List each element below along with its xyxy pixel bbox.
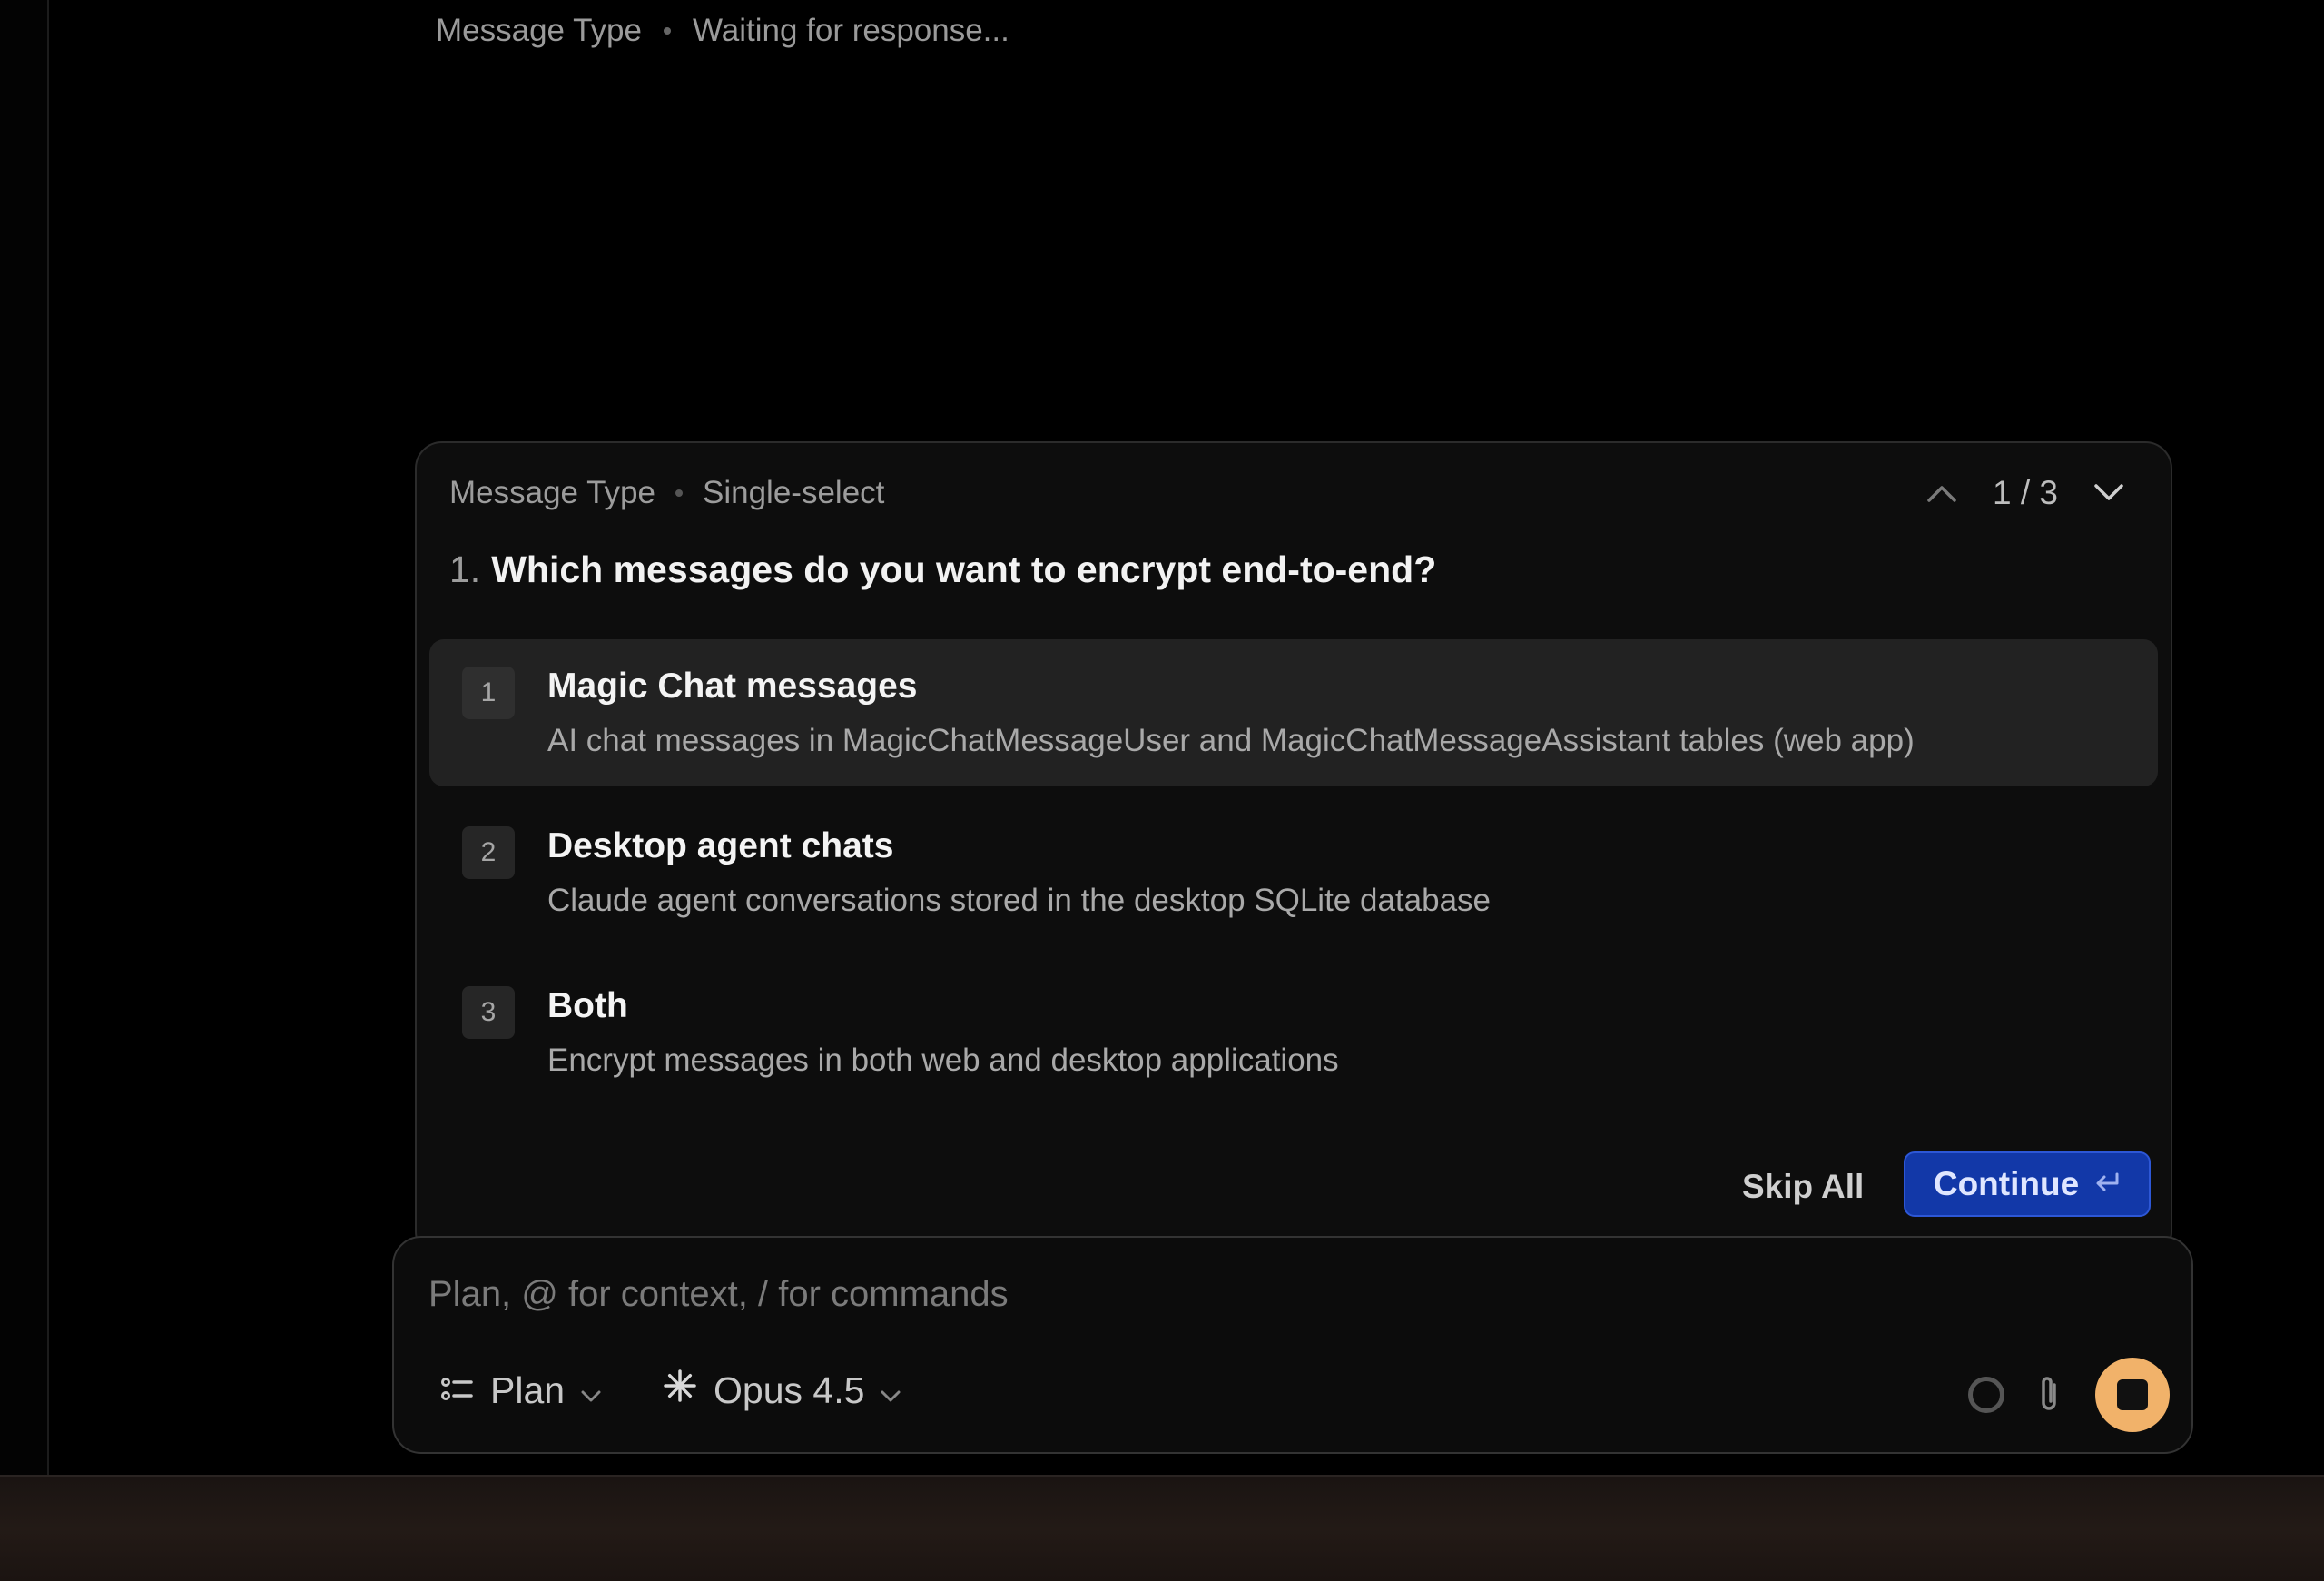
continue-label: Continue xyxy=(1933,1165,2080,1202)
composer-actions xyxy=(1968,1358,2170,1432)
model-label: Opus 4.5 xyxy=(714,1369,865,1411)
chevron-down-icon[interactable] xyxy=(2091,475,2127,511)
separator-dot xyxy=(675,489,683,497)
question-title: 1. Which messages do you want to encrypt … xyxy=(449,548,1436,591)
desktop-background-strip xyxy=(0,1475,2324,1581)
enter-key-icon xyxy=(2093,1165,2121,1203)
option-title: Both xyxy=(547,986,628,1025)
option-description: Encrypt messages in both web and desktop… xyxy=(547,1042,1339,1078)
question-mode: Single-select xyxy=(703,475,885,510)
question-category: Message Type xyxy=(449,475,655,510)
model-selector[interactable]: Opus 4.5 xyxy=(663,1363,901,1418)
question-card: Message Type Single-select 1 / 3 1. Which… xyxy=(415,441,2172,1259)
option-index-badge: 3 xyxy=(462,986,515,1039)
option-description: AI chat messages in MagicChatMessageUser… xyxy=(547,723,1915,758)
sparkle-icon xyxy=(663,1369,697,1412)
option-description: Claude agent conversations stored in the… xyxy=(547,883,1492,918)
option-title: Desktop agent chats xyxy=(547,826,894,865)
option-index-badge: 2 xyxy=(462,826,515,879)
plan-list-icon xyxy=(441,1369,474,1412)
option-desktop-agent[interactable]: 2 Desktop agent chats Claude agent conve… xyxy=(429,799,2158,946)
question-number: 1. xyxy=(449,548,481,590)
chevron-down-icon xyxy=(581,1369,601,1412)
stop-button[interactable] xyxy=(2095,1358,2170,1432)
chevron-down-icon xyxy=(881,1369,901,1412)
option-magic-chat[interactable]: 1 Magic Chat messages AI chat messages i… xyxy=(429,639,2158,786)
circle-status-icon[interactable] xyxy=(1968,1377,2004,1413)
status-label: Message Type xyxy=(436,13,642,48)
question-header: Message Type Single-select xyxy=(449,470,2138,516)
stop-icon xyxy=(2117,1379,2148,1410)
pager-count: 1 / 3 xyxy=(1993,474,2058,511)
separator-dot xyxy=(664,27,671,35)
message-status: Message Type Waiting for response... xyxy=(436,11,1009,51)
paperclip-icon[interactable] xyxy=(2032,1372,2068,1418)
left-sidebar-rail xyxy=(0,0,49,1475)
app-window: Message Type Waiting for response... Mes… xyxy=(0,0,2324,1581)
option-title: Magic Chat messages xyxy=(547,667,918,706)
chat-composer: Plan, @ for context, / for commands Plan… xyxy=(392,1236,2193,1454)
skip-all-button[interactable]: Skip All xyxy=(1742,1155,1864,1219)
continue-button[interactable]: Continue xyxy=(1904,1151,2151,1217)
chevron-up-icon[interactable] xyxy=(1924,475,1960,511)
option-index-badge: 1 xyxy=(462,667,515,719)
prompt-input[interactable]: Plan, @ for context, / for commands xyxy=(428,1274,1009,1315)
question-text: Which messages do you want to encrypt en… xyxy=(491,548,1437,590)
mode-label: Plan xyxy=(490,1369,566,1411)
question-pager: 1 / 3 xyxy=(1924,470,2127,516)
status-state: Waiting for response... xyxy=(693,13,1009,48)
mode-selector[interactable]: Plan xyxy=(441,1363,601,1418)
option-both[interactable]: 3 Both Encrypt messages in both web and … xyxy=(429,959,2158,1106)
